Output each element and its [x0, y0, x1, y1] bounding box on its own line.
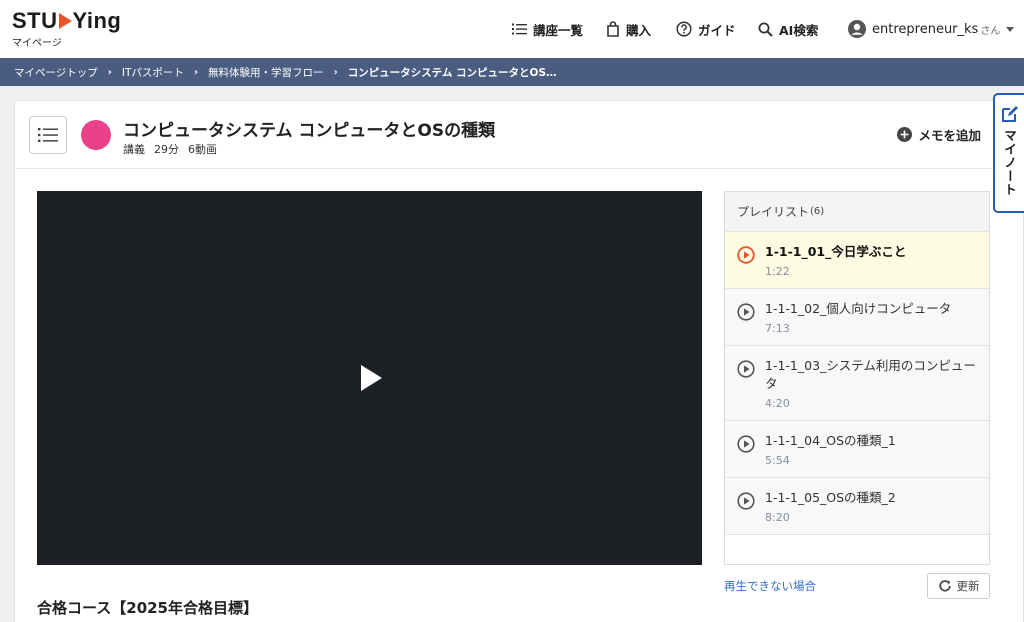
- lesson-category-dot: [81, 120, 111, 150]
- shopping-bag-icon: [607, 21, 619, 37]
- mynote-label: マイノート: [1002, 129, 1017, 197]
- breadcrumb-current: コンピュータシステム コンピュータとOS…: [347, 66, 557, 79]
- user-honorific: さん: [980, 25, 1001, 37]
- breadcrumb-separator: ›: [333, 66, 338, 78]
- playlist-item-duration: 5:54: [765, 454, 790, 467]
- refresh-icon: [938, 580, 951, 592]
- breadcrumb-separator: ›: [193, 66, 199, 78]
- play-icon[interactable]: [361, 365, 382, 391]
- refresh-label: 更新: [956, 579, 980, 593]
- lesson-duration: 29分: [154, 143, 179, 156]
- playlist-count: (6): [810, 206, 825, 217]
- playlist-item[interactable]: 1-1-1_04_OSの種類_1 5:54: [725, 421, 989, 478]
- nav-courses-label: 講座一覧: [533, 22, 584, 38]
- logo-play-icon: [58, 13, 72, 29]
- breadcrumb-mypage-top[interactable]: マイページトップ: [14, 65, 98, 80]
- nav-buy[interactable]: 購入: [606, 0, 651, 58]
- nav-guide[interactable]: ガイド: [676, 0, 736, 58]
- playlist-header: プレイリスト (6): [725, 192, 989, 232]
- playlist-item[interactable]: 1-1-1_02_個人向けコンピュータ 7:13: [725, 289, 989, 346]
- playlist-item[interactable]: 1-1-1_05_OSの種類_2 8:20: [725, 478, 989, 535]
- playlist-item-title: 1-1-1_03_システム利用のコンピュータ: [765, 358, 976, 391]
- playlist-item[interactable]: 1-1-1_03_システム利用のコンピュータ 4:20: [725, 346, 989, 421]
- breadcrumb-learning-flow[interactable]: 無料体験用・学習フロー: [208, 65, 324, 80]
- course-title: 合格コース【2025年合格目標】: [37, 599, 258, 617]
- refresh-button[interactable]: 更新: [927, 573, 990, 599]
- play-circle-icon: [737, 492, 755, 510]
- breadcrumb-separator: ›: [107, 66, 112, 78]
- lesson-video-count: 6動画: [188, 143, 217, 156]
- add-memo-label: メモを追加: [918, 128, 981, 143]
- nav-courses[interactable]: 講座一覧: [512, 0, 583, 58]
- playlist-item-title: 1-1-1_01_今日学ぶこと: [765, 244, 907, 259]
- top-bar: STU Ying マイページ 講座一覧 購入 ガイド AI検索 entrepren…: [0, 0, 1024, 58]
- lesson-type: 講義: [123, 143, 145, 156]
- user-name: entrepreneur_ks: [872, 21, 979, 37]
- playlist-item-duration: 4:20: [765, 397, 790, 410]
- playlist-label: プレイリスト: [737, 205, 810, 219]
- nav-guide-label: ガイド: [698, 22, 736, 38]
- playlist-item-title: 1-1-1_05_OSの種類_2: [765, 490, 896, 505]
- playlist-item-title: 1-1-1_04_OSの種類_1: [765, 433, 896, 448]
- play-circle-icon: [737, 360, 755, 378]
- breadcrumb-it-passport[interactable]: ITパスポート: [122, 65, 184, 80]
- play-circle-icon: [737, 435, 755, 453]
- nav-ai-label: AI検索: [779, 22, 819, 38]
- user-avatar-icon: [848, 20, 866, 38]
- playlist-panel: プレイリスト (6) 1-1-1_01_今日学ぶこと 1:22 1-1-1_02_…: [724, 191, 990, 565]
- playlist-item-title: 1-1-1_02_個人向けコンピュータ: [765, 301, 952, 316]
- plus-circle-icon: [897, 127, 913, 142]
- logo-wordmark: STU Ying: [12, 10, 121, 32]
- user-menu[interactable]: entrepreneur_ks さん: [848, 0, 1015, 58]
- lesson-meta: 講義 29分 6動画: [123, 141, 217, 157]
- studying-logo[interactable]: STU Ying マイページ: [12, 10, 121, 50]
- add-memo-button[interactable]: メモを追加: [897, 125, 981, 144]
- edit-note-icon: [1001, 106, 1018, 122]
- play-circle-icon: [737, 303, 755, 321]
- breadcrumb: マイページトップ › ITパスポート › 無料体験用・学習フロー › コンピュー…: [0, 58, 1024, 86]
- nav-buy-label: 購入: [626, 22, 652, 38]
- list-icon: [512, 23, 527, 35]
- chevron-down-icon: [1006, 26, 1015, 32]
- lesson-title: コンピュータシステム コンピュータとOSの種類: [123, 121, 496, 141]
- lesson-card: コンピュータシステム コンピュータとOSの種類 講義 29分 6動画 メモを追加…: [14, 100, 1024, 622]
- video-player[interactable]: [37, 191, 702, 565]
- help-icon: [676, 21, 692, 37]
- search-icon: [758, 22, 773, 37]
- logo-text-pre: STU: [12, 8, 58, 33]
- list-icon: [38, 128, 58, 142]
- playlist-item[interactable]: 1-1-1_01_今日学ぶこと 1:22: [725, 232, 989, 289]
- playlist-item-duration: 7:13: [765, 322, 790, 335]
- playlist-item-duration: 8:20: [765, 511, 790, 524]
- logo-text-post: Ying: [72, 8, 122, 33]
- logo-subtitle: マイページ: [12, 38, 62, 49]
- nav-ai-search[interactable]: AI検索: [758, 0, 818, 58]
- lesson-header: コンピュータシステム コンピュータとOSの種類 講義 29分 6動画 メモを追加: [15, 101, 1023, 169]
- playlist-item-duration: 1:22: [765, 265, 790, 278]
- cannot-play-link[interactable]: 再生できない場合: [724, 578, 816, 594]
- lesson-menu-button[interactable]: [29, 116, 67, 154]
- play-circle-icon: [737, 246, 755, 264]
- mynote-tab[interactable]: マイノート: [993, 93, 1024, 213]
